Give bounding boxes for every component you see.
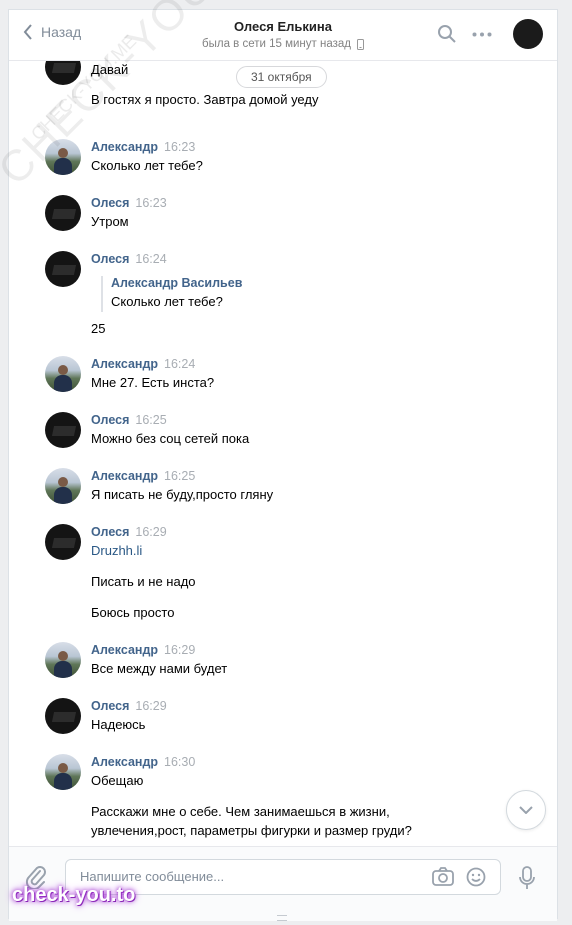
message-time: 16:24 xyxy=(164,357,196,371)
peer-avatar[interactable] xyxy=(513,19,543,49)
avatar[interactable] xyxy=(45,642,81,678)
message-author[interactable]: Олеся xyxy=(91,699,129,713)
scroll-down-button[interactable] xyxy=(506,790,546,830)
chevron-down-icon xyxy=(519,806,533,814)
reply-quote[interactable]: Александр Васильев Сколько лет тебе? xyxy=(101,276,242,312)
message-header: Александр 16:29 xyxy=(91,643,195,657)
message-text: Можно без соц сетей пока xyxy=(91,431,250,446)
camera-icon[interactable] xyxy=(432,867,454,887)
mobile-phone-icon xyxy=(356,38,364,50)
avatar[interactable] xyxy=(45,61,81,85)
avatar[interactable] xyxy=(45,356,81,392)
message-text: увлечения,рост, параметры фигурки и разм… xyxy=(91,823,412,838)
message-text: Все между нами будет xyxy=(91,661,228,676)
resize-handle[interactable] xyxy=(277,915,287,921)
message-header: Александр 16:30 xyxy=(91,755,195,769)
avatar[interactable] xyxy=(45,698,81,734)
message-time: 16:25 xyxy=(164,469,196,483)
message-text: Расскажи мне о себе. Чем занимаешься в ж… xyxy=(91,804,390,819)
message-link[interactable]: Druzhh.li xyxy=(91,543,142,558)
message-text: Я писать не буду,просто гляну xyxy=(91,487,274,502)
message-time: 16:23 xyxy=(135,196,167,210)
message-author[interactable]: Олеся xyxy=(91,525,129,539)
message-time: 16:29 xyxy=(135,699,167,713)
message-time: 16:24 xyxy=(135,252,167,266)
message-text: Писать и не надо xyxy=(91,574,196,589)
message-text: Утром xyxy=(91,214,129,229)
message-time: 16:29 xyxy=(135,525,167,539)
message-header: Олеся 16:29 xyxy=(91,525,167,539)
microphone-icon[interactable] xyxy=(519,866,535,890)
peer-status-text: была в сети 15 минут назад xyxy=(202,38,351,50)
message-history: Давай В гостях я просто. Завтра домой уе… xyxy=(9,61,557,846)
message-author[interactable]: Олеся xyxy=(91,252,129,266)
peer-status: была в сети 15 минут назад xyxy=(202,38,364,50)
message-author[interactable]: Олеся xyxy=(91,196,129,210)
message-header: Александр 16:23 xyxy=(91,140,195,154)
message-time: 16:23 xyxy=(164,140,196,154)
message-text: Боюсь просто xyxy=(91,605,175,620)
message-author[interactable]: Александр xyxy=(91,357,158,371)
message-text: Мне 27. Есть инста? xyxy=(91,375,215,390)
message-text: В гостях я просто. Завтра домой уеду xyxy=(91,92,319,107)
avatar[interactable] xyxy=(45,412,81,448)
message-header: Александр 16:24 xyxy=(91,357,195,371)
message-header: Олеся 16:23 xyxy=(91,196,167,210)
message-header: Олеся 16:24 xyxy=(91,252,167,266)
avatar[interactable] xyxy=(45,468,81,504)
smile-icon[interactable] xyxy=(466,867,486,887)
reply-author: Александр Васильев xyxy=(111,276,243,290)
search-icon[interactable] xyxy=(437,24,457,44)
message-time: 16:25 xyxy=(135,413,167,427)
message-author[interactable]: Олеся xyxy=(91,413,129,427)
message-author[interactable]: Александр xyxy=(91,755,158,769)
message-header: Олеся 16:29 xyxy=(91,699,167,713)
avatar[interactable] xyxy=(45,524,81,560)
avatar[interactable] xyxy=(45,251,81,287)
avatar[interactable] xyxy=(45,754,81,790)
message-header: Олеся 16:25 xyxy=(91,413,167,427)
message-time: 16:29 xyxy=(164,643,196,657)
message-text: Давай xyxy=(91,62,129,77)
message-time: 16:30 xyxy=(164,755,196,769)
message-text: 25 xyxy=(91,321,106,336)
message-author[interactable]: Александр xyxy=(91,469,158,483)
message-header: Александр 16:25 xyxy=(91,469,195,483)
chat-window: Назад Олеся Елькина была в сети 15 минут… xyxy=(0,0,558,921)
reply-text: Сколько лет тебе? xyxy=(111,294,223,309)
message-text: Сколько лет тебе? xyxy=(91,158,203,173)
avatar[interactable] xyxy=(45,139,81,175)
message-text: Обещаю xyxy=(91,773,144,788)
avatar[interactable] xyxy=(45,195,81,231)
watermark-badge: check-you.to xyxy=(12,884,136,906)
chat-header: Назад Олеся Елькина была в сети 15 минут… xyxy=(9,10,557,61)
message-text: Надеюсь xyxy=(91,717,146,732)
more-dots-icon[interactable] xyxy=(472,32,492,37)
message-author[interactable]: Александр xyxy=(91,643,158,657)
date-divider: 31 октября xyxy=(236,66,327,88)
message-input[interactable] xyxy=(78,868,422,885)
message-author[interactable]: Александр xyxy=(91,140,158,154)
